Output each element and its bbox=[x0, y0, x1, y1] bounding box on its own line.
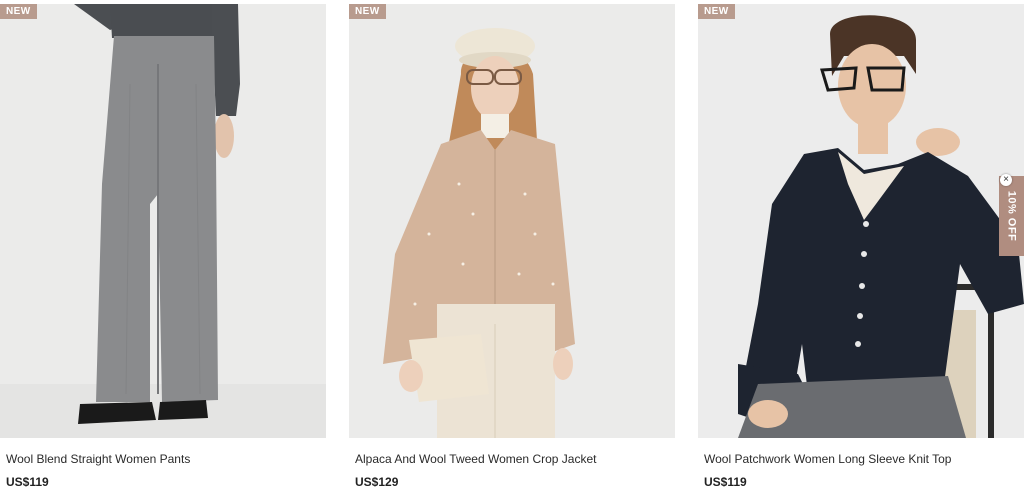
product-image-knit-top[interactable]: NEW bbox=[698, 4, 1024, 438]
close-icon[interactable]: × bbox=[1000, 174, 1012, 186]
product-name[interactable]: Wool Blend Straight Women Pants bbox=[6, 452, 190, 466]
product-price: US$119 bbox=[6, 475, 49, 489]
product-card-tweed-jacket[interactable]: NEW Alpaca And Wool Tweed Women Crop Jac… bbox=[349, 4, 675, 502]
product-price: US$129 bbox=[355, 475, 399, 489]
discount-label: 10% OFF bbox=[1005, 190, 1018, 242]
new-badge: NEW bbox=[349, 4, 386, 19]
new-badge: NEW bbox=[0, 4, 37, 19]
product-name[interactable]: Wool Patchwork Women Long Sleeve Knit To… bbox=[704, 452, 951, 466]
discount-tab[interactable]: 10% OFF bbox=[999, 176, 1024, 256]
new-badge: NEW bbox=[698, 4, 735, 19]
product-card-wool-pants[interactable]: NEW Wool Blend Straight Women Pants US$1… bbox=[0, 4, 326, 502]
product-price: US$119 bbox=[704, 475, 747, 489]
product-image-wool-pants[interactable]: NEW bbox=[0, 4, 326, 438]
product-card-knit-top[interactable]: NEW Wool Patchwork Women Long Sleeve Kni… bbox=[698, 4, 1024, 502]
product-name[interactable]: Alpaca And Wool Tweed Women Crop Jacket bbox=[355, 452, 596, 466]
product-image-tweed-jacket[interactable]: NEW bbox=[349, 4, 675, 438]
product-grid: NEW Wool Blend Straight Women Pants US$1… bbox=[0, 0, 1024, 502]
